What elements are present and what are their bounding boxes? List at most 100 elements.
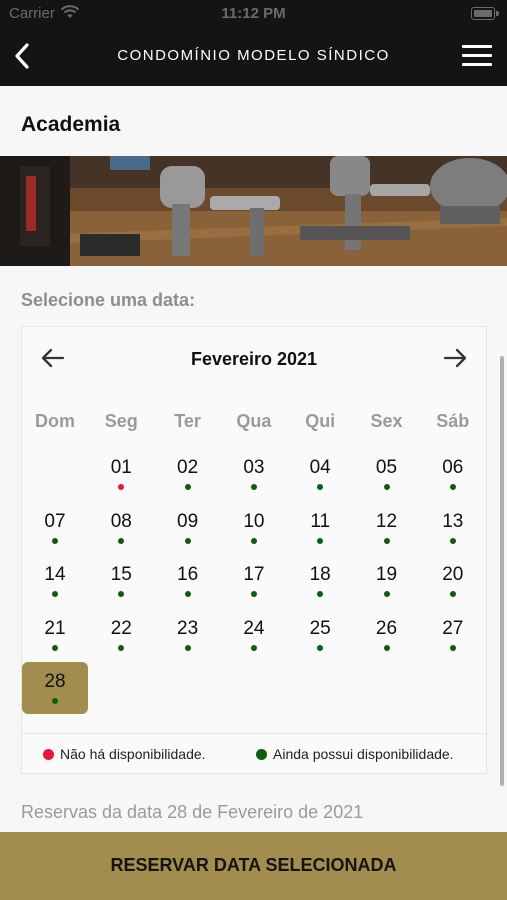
calendar-day[interactable]: 26	[354, 609, 420, 661]
calendar-day-number: 04	[309, 457, 331, 478]
calendar-day[interactable]: 15	[88, 555, 154, 607]
calendar-day-number: 22	[110, 617, 132, 639]
calendar-day[interactable]: 02	[155, 448, 221, 500]
status-time: 11:12 PM	[221, 5, 286, 22]
calendar-day[interactable]: 25	[287, 609, 353, 661]
calendar-day[interactable]: 10	[221, 502, 287, 554]
calendar-day[interactable]: 27	[420, 609, 486, 661]
battery-icon	[471, 7, 495, 20]
availability-dot-icon	[250, 591, 257, 597]
date-prompt: Selecione uma data:	[21, 290, 196, 310]
calendar-day-number: 26	[375, 617, 398, 639]
calendar-day-number: 15	[110, 564, 132, 585]
gym-banner-image	[0, 156, 507, 266]
calendar-day[interactable]: 04	[287, 448, 353, 500]
calendar-day-number: 25	[309, 617, 331, 639]
availability-dot-icon	[449, 644, 456, 651]
availability-dot-icon	[449, 537, 456, 544]
availability-dot-icon	[383, 537, 390, 544]
status-bar: Carrier 11:12 PM	[0, 0, 507, 28]
availability-dot-icon	[383, 484, 390, 490]
availability-dot-icon	[118, 537, 125, 544]
calendar-day-number: 09	[177, 510, 199, 532]
availability-dot-icon	[317, 537, 324, 544]
calendar-day-number: 05	[375, 457, 398, 478]
availability-dot-icon	[118, 591, 125, 597]
weekday-label: Sáb	[436, 411, 470, 431]
calendar-day-number: 12	[375, 510, 398, 532]
calendar-day[interactable]: 03	[221, 448, 287, 500]
calendar-day[interactable]: 13	[420, 502, 486, 554]
reserve-button[interactable]: RESERVAR DATA SELECIONADA	[0, 832, 507, 900]
calendar-day[interactable]: 22	[88, 609, 154, 661]
availability-dot-icon	[184, 537, 191, 544]
reservations-label: Reservas da data 28 de Fevereiro de 2021	[21, 802, 364, 822]
unavailability-dot-icon	[118, 484, 125, 490]
availability-dot-icon	[449, 484, 456, 490]
calendar-day[interactable]: 17	[221, 555, 287, 607]
calendar-day[interactable]: 21	[22, 609, 88, 661]
calendar-day-number: 13	[442, 510, 464, 532]
calendar-day[interactable]: 16	[155, 555, 221, 607]
arrow-right-icon[interactable]	[442, 345, 468, 371]
calendar-day-number: 23	[177, 617, 199, 639]
hamburger-menu-icon[interactable]	[462, 45, 492, 67]
calendar-day[interactable]: 24	[221, 609, 287, 661]
calendar-day[interactable]: 11	[287, 502, 353, 554]
legend-available: Ainda possui disponibilidade.	[256, 746, 454, 762]
availability-dot-icon	[52, 591, 58, 597]
calendar-day-number: 16	[177, 564, 199, 585]
scrollbar[interactable]	[500, 356, 504, 786]
availability-dot-icon	[52, 698, 58, 704]
availability-dot-icon	[317, 591, 324, 597]
calendar-day[interactable]: 07	[22, 502, 88, 554]
page-title: Academia	[21, 113, 121, 136]
calendar-day[interactable]: 01	[88, 448, 154, 500]
calendar-day-number: 03	[243, 457, 265, 478]
calendar-day[interactable]: 28	[22, 662, 88, 714]
calendar-day-number: 17	[243, 564, 265, 585]
availability-dot-icon	[250, 484, 257, 490]
availability-dot-icon	[118, 644, 125, 651]
calendar-day-number: 06	[442, 457, 464, 478]
calendar-day-number: 24	[243, 617, 265, 639]
calendar-day[interactable]: 23	[155, 609, 221, 661]
calendar-day-number: 28	[44, 671, 66, 692]
availability-dot-icon	[184, 591, 191, 597]
calendar-day[interactable]: 08	[88, 502, 154, 554]
calendar-day-number: 01	[110, 457, 132, 478]
battery-cap	[496, 11, 499, 16]
calendar-day[interactable]: 19	[354, 555, 420, 607]
main-content: Academia Selecione uma data: Fevereiro 2…	[0, 86, 507, 832]
availability-dot-icon	[449, 591, 456, 597]
availability-dot-icon	[383, 591, 390, 597]
calendar-day[interactable]: 20	[420, 555, 486, 607]
weekday-label: Seg	[104, 411, 138, 431]
calendar-legend: Não há disponibilidade. Ainda possui dis…	[22, 733, 486, 774]
availability-dot-icon	[383, 644, 390, 651]
calendar-month-label: Fevereiro 2021	[190, 349, 318, 369]
calendar-day-number: 10	[243, 510, 265, 532]
weekday-label: Sex	[370, 411, 403, 431]
calendar-day[interactable]: 14	[22, 555, 88, 607]
green-dot-icon	[256, 748, 267, 760]
availability-dot-icon	[184, 644, 191, 651]
availability-dot-icon	[184, 484, 191, 490]
calendar: Fevereiro 2021 Dom Seg Ter Qua Qui Sex Sáb 01 0…	[21, 326, 487, 774]
calendar-day-number: 20	[442, 564, 464, 585]
calendar-day-number: 14	[44, 564, 66, 585]
calendar-day-number: 21	[44, 617, 66, 639]
calendar-day[interactable]: 12	[354, 502, 420, 554]
calendar-day-number: 19	[375, 564, 398, 585]
calendar-day-number: 18	[309, 564, 331, 585]
calendar-day[interactable]: 18	[287, 555, 353, 607]
availability-dot-icon	[250, 537, 257, 544]
calendar-day[interactable]: 06	[420, 448, 486, 500]
legend-available-label: Ainda possui disponibilidade.	[273, 746, 454, 762]
calendar-day-number: 07	[44, 510, 66, 532]
red-dot-icon	[43, 748, 54, 760]
availability-dot-icon	[250, 644, 257, 651]
calendar-day[interactable]: 09	[155, 502, 221, 554]
calendar-day-number: 11	[310, 510, 331, 532]
calendar-day[interactable]: 05	[354, 448, 420, 500]
